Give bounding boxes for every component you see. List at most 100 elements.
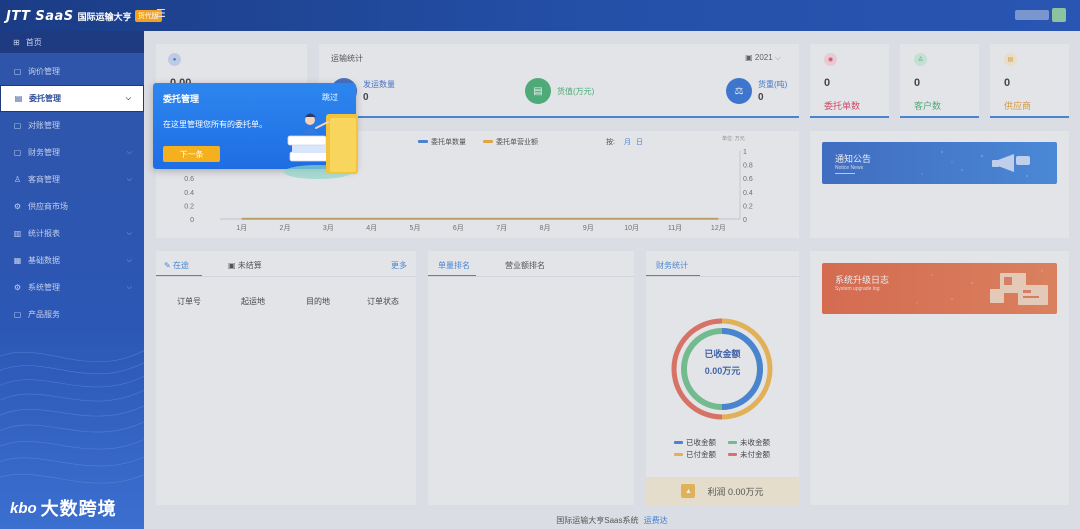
x-tick-label: 7月 — [496, 224, 507, 232]
transport-value: 0 — [758, 92, 764, 103]
notice-title: 通知公告 — [835, 154, 872, 164]
sidebar: ⊞ 首页 ▢ 询价管理 ▤ 委托管理 ⌵ ▢ 对账管理 ▢ 财务管理 ⌵ ♙ 客商管理 ⌵ ⚙ 供应商市场 ▥… — [0, 31, 144, 529]
tab-order-count-ranking[interactable]: 单量排名 — [438, 260, 470, 271]
sidebar-item-2[interactable]: ▤ 委托管理 ⌵ — [0, 85, 144, 112]
sidebar-item-label: 产品服务 — [28, 310, 60, 319]
sidebar-item-home[interactable]: ⊞ 首页 — [0, 31, 144, 53]
chevron-down-icon: ⌵ — [126, 283, 132, 291]
sidebar-item-label: 系统管理 — [28, 283, 60, 292]
legend-swatch — [728, 453, 737, 456]
transport-value: 0 — [363, 92, 369, 103]
sidebar-item-icon: ⚙ — [13, 283, 22, 292]
notice-banner[interactable]: 通知公告 Notice News — [822, 142, 1057, 184]
wallet-icon: ▣ — [228, 261, 236, 270]
sidebar-item-icon: ▢ — [13, 148, 22, 157]
y-tick-label-left: 0 — [190, 217, 194, 224]
transport-title: 运输统计 — [331, 54, 363, 63]
y-tick-label-left: 0.4 — [184, 190, 194, 197]
calendar-icon: ▣ — [745, 53, 753, 62]
legend-label: 已付金额 — [686, 450, 716, 459]
card-underline — [810, 116, 889, 118]
x-tick-label: 12月 — [711, 224, 726, 232]
tour-next-button[interactable]: 下一条 — [163, 146, 220, 162]
sidebar-item-icon: ▦ — [13, 256, 22, 265]
tab-label: 未结算 — [237, 261, 262, 270]
y-tick-label-right: 0.6 — [743, 176, 753, 183]
stat-label: 客户数 — [914, 101, 942, 111]
finance-title: 财务统计 — [656, 261, 688, 270]
watermark-text: 大数跨境 — [40, 499, 117, 519]
year-value: 2021 — [754, 53, 773, 62]
x-tick-label: 9月 — [583, 224, 594, 232]
x-tick-label: 3月 — [323, 224, 334, 232]
tab-label: 在途 — [172, 261, 189, 270]
upgrade-log-banner[interactable]: 系统升级日志 System upgrade log — [822, 263, 1057, 314]
sidebar-item-6[interactable]: ⚙ 供应商市场 — [0, 193, 144, 220]
stat-label: 供应商 — [1004, 101, 1032, 111]
top-header: JTT SaaS 国际运输大亨 货代版 ☰ — [0, 0, 1080, 31]
stat-card-orders[interactable]: ◉ 0 委托单数 — [810, 44, 889, 118]
upgrade-title: 系统升级日志 — [835, 275, 890, 285]
x-tick-label: 5月 — [410, 224, 421, 232]
tour-title: 委托管理 — [163, 94, 200, 104]
brand-watermark: kbo 大数跨境 — [10, 495, 117, 521]
card-underline — [990, 116, 1069, 118]
profit-icon: ▲ — [681, 484, 696, 498]
tab-unsettled[interactable]: ▣ 未结算 — [228, 260, 262, 271]
stat-value: 0 — [824, 77, 831, 89]
year-selector[interactable]: ▣ 2021 ⌵ — [745, 53, 781, 63]
stat-card-suppliers[interactable]: ▤ 0 供应商 — [990, 44, 1069, 118]
sidebar-item-3[interactable]: ▢ 对账管理 — [0, 112, 144, 139]
chevron-down-icon: ⌵ — [125, 94, 131, 102]
user-menu[interactable] — [1015, 8, 1066, 22]
user-name-blurred — [1015, 10, 1049, 20]
period-option-day: 日 — [636, 138, 643, 146]
supplier-icon: ▤ — [1004, 53, 1017, 66]
chevron-down-icon: ⌵ — [126, 229, 132, 237]
menu-toggle-icon[interactable]: ☰ — [156, 9, 167, 20]
legend-label: 已收金额 — [686, 438, 716, 447]
sidebar-item-7[interactable]: ▥ 统计报表 ⌵ — [0, 220, 144, 247]
legend-swatch — [483, 140, 493, 143]
tab-divider — [156, 276, 416, 277]
more-link[interactable]: 更多 — [391, 260, 407, 271]
sidebar-item-label: 对账管理 — [28, 121, 60, 130]
period-option-month: 月 — [624, 138, 631, 146]
sidebar-item-label: 首页 — [25, 37, 42, 47]
tab-divider — [646, 276, 799, 277]
x-tick-label: 1月 — [236, 224, 247, 232]
sidebar-item-10[interactable]: ▢ 产品服务 — [0, 301, 144, 328]
weight-icon: ⚖ — [726, 78, 752, 104]
transport-label: 发运数量 — [363, 80, 395, 89]
sidebar-item-8[interactable]: ▦ 基础数据 ⌵ — [0, 247, 144, 274]
sidebar-item-4[interactable]: ▢ 财务管理 ⌵ — [0, 139, 144, 166]
donut-center-value: 0.00万元 — [704, 366, 741, 376]
transport-label: 货值(万元) — [557, 86, 595, 96]
sidebar-item-1[interactable]: ▢ 询价管理 — [0, 58, 144, 85]
watermark-logo: kbo — [10, 499, 37, 517]
donut-center-label: 已收金额 — [704, 349, 741, 359]
x-tick-label: 11月 — [668, 224, 682, 232]
stat-value: 0 — [914, 77, 921, 89]
sidebar-item-9[interactable]: ⚙ 系统管理 ⌵ — [0, 274, 144, 301]
tab-in-transit[interactable]: ✎ 在途 — [164, 260, 189, 271]
sidebar-item-icon: ⚙ — [13, 202, 22, 211]
stat-card-customers[interactable]: ♙ 0 客户数 — [900, 44, 979, 118]
chevron-down-icon: ⌵ — [126, 148, 132, 156]
x-tick-label: 2月 — [280, 224, 291, 232]
avatar[interactable] — [1052, 8, 1066, 22]
sidebar-item-label: 委托管理 — [29, 94, 61, 103]
card-underline — [900, 116, 979, 118]
footer-link[interactable]: 运费达 — [644, 516, 668, 525]
tab-revenue-ranking[interactable]: 营业额排名 — [505, 260, 545, 271]
transit-icon: ✎ — [164, 261, 171, 270]
sidebar-item-5[interactable]: ♙ 客商管理 ⌵ — [0, 166, 144, 193]
order-icon: ◉ — [824, 53, 837, 66]
legend-label: 委托单营业额 — [496, 137, 538, 146]
sidebar-item-label: 询价管理 — [28, 67, 60, 76]
y-tick-label-right: 1 — [743, 149, 747, 156]
app-logo[interactable]: JTT SaaS 国际运输大亨 货代版 — [6, 6, 162, 26]
y-tick-label-left: 0.2 — [184, 203, 194, 210]
x-tick-label: 4月 — [366, 224, 377, 232]
stat-value: 0 — [1004, 77, 1011, 89]
